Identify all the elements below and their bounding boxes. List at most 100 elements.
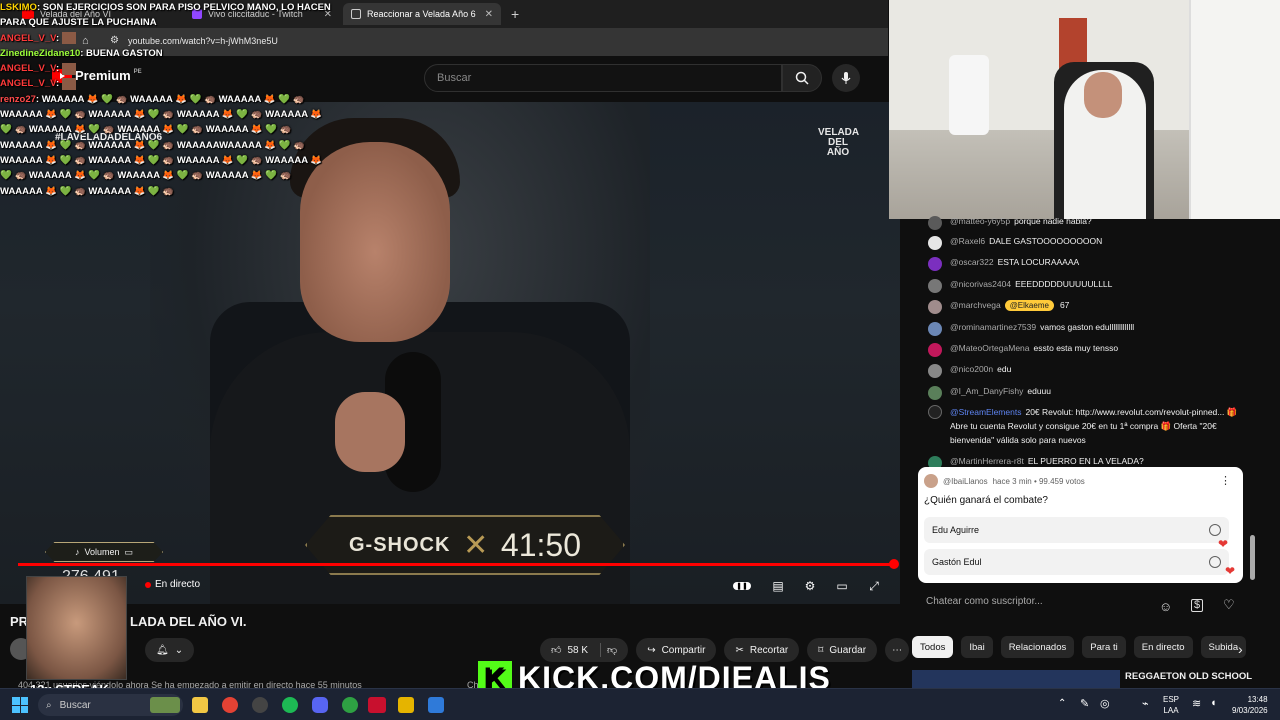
live-label: En directo [155,579,201,590]
more-options-icon[interactable]: ⋮ [1220,474,1231,487]
emote-icon [61,62,76,75]
fullscreen-button[interactable]: ⤢ [865,578,883,594]
chat-username[interactable]: @matteo-y6y5p [950,216,1010,226]
wifi-icon[interactable]: ≋ [1192,697,1201,710]
chrome-alt-icon[interactable] [342,697,358,713]
chat-message: @nicorivas2404 EEEDDDDDUUUUULLLL [928,279,1248,293]
poll-option[interactable]: Gastón Edul [924,549,1229,575]
subtitles-button[interactable]: ▤ [769,578,787,594]
chat-username[interactable]: @nico200n [950,364,993,374]
scoreboard-time: 41:50 [500,526,581,563]
mention-badge[interactable]: @Elkaeme [1004,300,1054,311]
search-button[interactable] [782,64,822,92]
emoji-icon[interactable]: ☺ [1159,599,1172,614]
theater-mode-button[interactable]: ▭ [833,578,851,594]
chevron-up-icon[interactable]: ⌃ [1058,698,1066,709]
chrome-icon[interactable] [222,697,238,713]
pen-icon[interactable]: ✎ [1080,697,1089,710]
chip-ibai[interactable]: Ibai [961,636,993,658]
app-icon[interactable] [252,697,268,713]
chat-user: ZinedineZidane10 [0,47,81,59]
thumbs-up-icon: 👍︎ [551,645,562,656]
chip-para-ti[interactable]: Para ti [1082,636,1126,658]
overlay-chat-line: WAAAAA 🦊 💚 🦔 WAAAAA 🦊 💚 🦔 WAAAAA 🦊 💚 🦔 W… [0,107,340,122]
lang-layout: LAA [1163,706,1179,715]
chat-username[interactable]: @Raxel6 [950,236,985,246]
discord-icon[interactable] [312,697,328,713]
new-tab-button[interactable]: + [503,3,523,25]
chat-username[interactable]: @rominamartinez7539 [950,322,1036,332]
overlay-chat-line: 💚 🦔 WAAAAA 🦊 💚 🦔 WAAAAA 🦊 💚 🦔 WAAAAA 🦊 💚… [0,122,340,137]
notification-bell-button[interactable]: 🔔︎ ⌄ [145,638,195,662]
weather-widget-icon[interactable] [150,697,180,713]
avatar [928,257,942,271]
notepad-icon[interactable] [428,697,444,713]
system-clock[interactable]: 13:48 9/03/2026 [1232,694,1268,716]
chat-text: EL PUERRO EN LA VELADA? [1027,456,1144,466]
overlay-chat-line: renzo27: WAAAAA 🦊 💚 🦔 WAAAAA 🦊 💚 🦔 WAAAA… [0,92,340,107]
chat-username[interactable]: @nicorivas2404 [950,279,1011,289]
poll-header: @IbaiLlanos hace 3 min • 99.459 votos [924,474,1085,488]
close-icon[interactable]: ✕ [485,9,493,20]
divider [600,643,602,657]
radio-button[interactable] [1209,556,1221,568]
chat-text: eduuu [1027,386,1051,396]
settings-button[interactable]: ⚙ [801,578,819,594]
poll-author: @IbaiLlanos [943,476,988,486]
heart-icon[interactable]: ♡ [1223,597,1235,613]
chat-text: : [55,32,60,44]
spotify-icon[interactable] [282,697,298,713]
avatar [928,279,942,293]
chat-scrollbar[interactable] [1250,535,1255,580]
video-app-icon[interactable] [368,697,386,713]
search-input[interactable]: Buscar [424,64,782,92]
thumbs-down-icon[interactable]: 👎︎ [607,644,617,656]
poll-option[interactable]: Edu Aguirre [924,517,1229,543]
chat-username[interactable]: @StreamElements [950,407,1021,417]
save-button[interactable]: ⌑ Guardar [807,638,878,662]
chat-text: : [55,63,60,75]
chat-username[interactable]: @oscar322 [950,257,994,267]
like-button[interactable]: 👍︎ 58 K 👎︎ [540,638,629,662]
chat-text: essto esta muy tensso [1033,343,1119,353]
chat-message: @oscar322 ESTA LOCURAAAAA [928,257,1248,271]
scoreboard-brand: G-SHOCK [349,533,451,556]
chat-username[interactable]: @marchvega [950,300,1001,310]
chat-user: renzo27 [0,93,36,105]
more-actions-button[interactable]: ⋯ [885,638,910,662]
more-horizontal-icon: ⋯ [892,644,903,656]
avatar [928,343,942,357]
chat-bubble-icon: ▭ [124,546,134,557]
chat-text: 💚 🦔 WAAAAA 🦊 💚 🦔 WAAAAA 🦊 💚 🦔 WAAAAA 🦊 💚… [0,170,292,182]
voice-search-button[interactable] [832,64,860,92]
chip-relacionados[interactable]: Relacionados [1000,636,1075,658]
chat-user: LSKIMO [0,2,37,13]
volume-label: Volumen [84,547,120,557]
chip-en-directo[interactable]: En directo [1133,636,1193,658]
warning-app-icon[interactable] [398,697,414,713]
progress-bar[interactable] [18,563,895,566]
chat-username[interactable]: @I_Am_DanyFishy [950,386,1023,396]
chat-text: 💚 🦔 WAAAAA 🦊 💚 🦔 WAAAAA 🦊 💚 🦔 WAAAAA 🦊 💚… [0,124,292,136]
radio-button[interactable] [1209,524,1221,536]
progress-handle[interactable] [889,559,899,569]
autoplay-toggle[interactable]: ❚❚ [733,578,751,594]
clip-button[interactable]: ✂ Recortar [724,638,800,662]
usb-icon[interactable]: ⌁ [1142,697,1149,710]
chat-input[interactable]: Chatear como suscriptor... [926,596,1146,616]
file-explorer-icon[interactable] [192,697,208,713]
chat-username[interactable]: @MateoOrtegaMena [950,343,1030,353]
recommendation-title[interactable]: REGGAETON OLD SCHOOL [1125,671,1252,682]
tab-reaccionar[interactable]: Reaccionar a Velada Año 6 ✕ [343,3,501,25]
volume-icon[interactable]: ◖ [1210,697,1217,709]
network-icon[interactable]: ◎ [1100,697,1110,710]
super-chat-icon[interactable]: $ [1191,599,1204,612]
windows-start-icon[interactable] [12,697,28,713]
chevron-right-icon[interactable]: › [1238,641,1243,657]
share-button[interactable]: ↪ Compartir [636,638,717,662]
chat-username[interactable]: @MartinHerrera-r8t [950,456,1024,466]
live-indicator[interactable]: En directo [145,579,200,590]
language-indicator[interactable]: ESP LAA [1163,694,1179,716]
bookmark-icon: ⌑ [818,644,824,656]
chip-todos[interactable]: Todos [912,636,954,658]
